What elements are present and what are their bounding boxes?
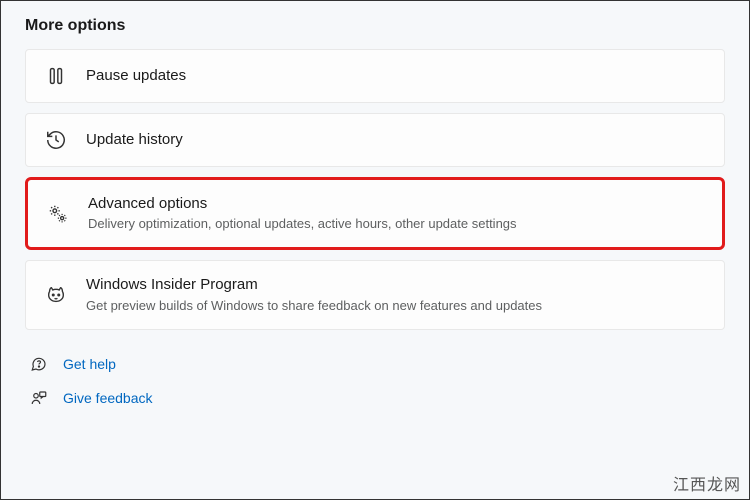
card-title: Advanced options [88, 194, 704, 214]
card-text: Update history [86, 130, 706, 150]
footer-link-label: Give feedback [63, 390, 153, 406]
card-text: Advanced options Delivery optimization, … [88, 194, 704, 233]
insider-cat-icon [44, 283, 68, 307]
update-history-card[interactable]: Update history [25, 113, 725, 167]
gears-icon [46, 202, 70, 226]
get-help-link[interactable]: Get help [29, 354, 725, 374]
advanced-options-card[interactable]: Advanced options Delivery optimization, … [25, 177, 725, 250]
pause-updates-card[interactable]: Pause updates [25, 49, 725, 103]
give-feedback-link[interactable]: Give feedback [29, 388, 725, 408]
card-desc: Get preview builds of Windows to share f… [86, 297, 706, 315]
footer-link-label: Get help [63, 356, 116, 372]
card-title: Update history [86, 130, 706, 150]
footer-links: Get help Give feedback [25, 354, 725, 408]
card-text: Pause updates [86, 66, 706, 86]
history-icon [44, 128, 68, 152]
pause-icon [44, 64, 68, 88]
settings-more-options-section: More options Pause updates Update histor… [1, 1, 749, 432]
windows-insider-card[interactable]: Windows Insider Program Get preview buil… [25, 260, 725, 329]
feedback-person-icon [29, 388, 49, 408]
card-text: Windows Insider Program Get preview buil… [86, 275, 706, 314]
card-title: Windows Insider Program [86, 275, 706, 295]
help-chat-icon [29, 354, 49, 374]
section-title: More options [25, 17, 725, 35]
card-desc: Delivery optimization, optional updates,… [88, 215, 704, 233]
card-title: Pause updates [86, 66, 706, 86]
watermark: 江西龙网 [673, 471, 741, 495]
